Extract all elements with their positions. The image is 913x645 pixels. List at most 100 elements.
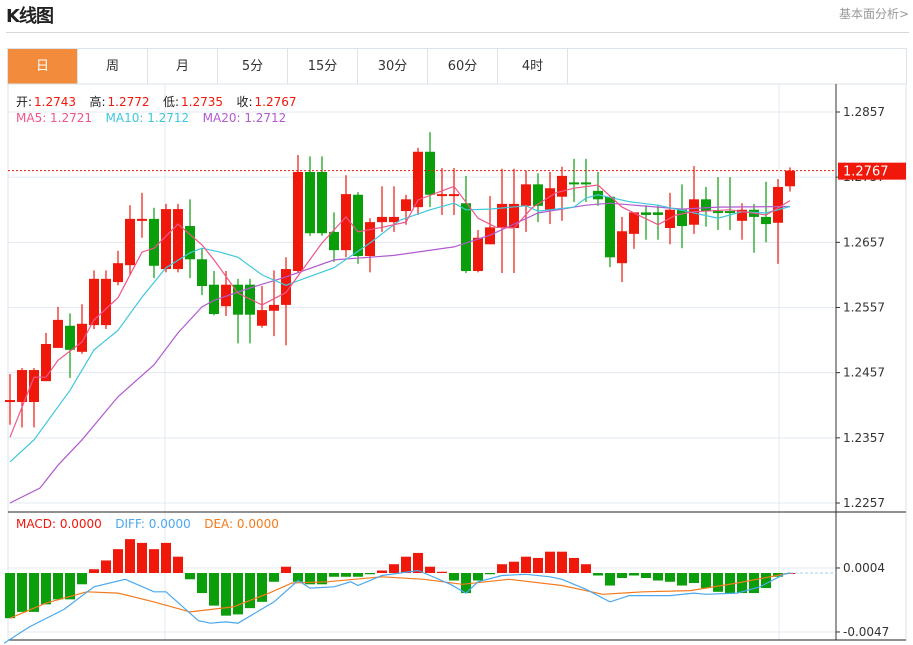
- candle: [749, 203, 759, 253]
- candle: [617, 216, 627, 283]
- candle: [209, 271, 219, 316]
- macd-bar: [329, 573, 339, 577]
- macd-bar: [209, 573, 219, 606]
- macd-bar: [521, 556, 531, 573]
- candle-body: [149, 218, 159, 266]
- candle-body: [713, 211, 723, 214]
- candle-body: [401, 199, 411, 212]
- candle: [53, 306, 63, 348]
- macd-bar: [41, 573, 51, 605]
- macd-bar: [389, 564, 399, 573]
- candle-body: [581, 182, 591, 185]
- macd-bar: [629, 573, 639, 576]
- candle-body: [113, 263, 123, 283]
- macd-bar: [281, 566, 291, 573]
- candle: [605, 196, 615, 268]
- candle-body: [137, 218, 147, 221]
- candle-body: [317, 171, 327, 234]
- macd-bar: [437, 571, 447, 573]
- candle-body: [785, 170, 795, 187]
- candle: [689, 166, 699, 234]
- candle-body: [701, 199, 711, 212]
- candle: [557, 166, 567, 221]
- candle-body: [557, 175, 567, 197]
- candle: [509, 168, 519, 273]
- candle: [281, 257, 291, 346]
- macd-bar: [749, 573, 759, 594]
- macd-bar: [269, 573, 279, 582]
- candle-body: [305, 171, 315, 234]
- macd-bar: [53, 573, 63, 600]
- macd-bar: [113, 549, 123, 573]
- candle: [485, 196, 495, 245]
- macd-bar: [245, 573, 255, 609]
- candle-body: [293, 171, 303, 272]
- candle-body: [569, 182, 579, 185]
- macd-bar: [497, 564, 507, 573]
- macd-bar: [653, 573, 663, 581]
- candle: [113, 250, 123, 286]
- candle: [521, 170, 531, 232]
- candle: [545, 171, 555, 225]
- ma-legend: MA5: 1.2721 MA10: 1.2712 MA20: 1.2712: [16, 111, 288, 125]
- candle-body: [629, 212, 639, 234]
- close-value: 1.2767: [254, 95, 297, 109]
- candle-body: [725, 211, 735, 214]
- macd-bar: [365, 573, 375, 575]
- macd-bar: [557, 551, 567, 573]
- ma10-value: MA10: 1.2712: [105, 111, 190, 125]
- macd-bar: [353, 573, 363, 577]
- candle-body: [677, 209, 687, 227]
- macd-bar: [197, 573, 207, 594]
- candle: [77, 304, 87, 354]
- macd-bar: [185, 573, 195, 580]
- candle: [641, 205, 651, 240]
- candle: [41, 332, 51, 382]
- price-tick-label: 1.2857: [843, 105, 885, 119]
- macd-bar: [89, 569, 99, 573]
- macd-bar: [401, 556, 411, 573]
- macd-bar: [377, 570, 387, 573]
- macd-bar: [473, 573, 483, 581]
- macd-bar: [5, 573, 15, 619]
- macd-bar: [149, 549, 159, 573]
- candle-body: [353, 194, 363, 257]
- macd-bar: [545, 551, 555, 573]
- candle: [149, 207, 159, 279]
- candle-body: [437, 194, 447, 197]
- candle-body: [89, 278, 99, 326]
- candle-body: [257, 310, 267, 326]
- candle: [401, 194, 411, 225]
- candle: [413, 147, 423, 215]
- macd-bar: [161, 542, 171, 573]
- candle: [677, 184, 687, 249]
- diff-value: DIFF: 0.0000: [115, 517, 191, 531]
- candle-body: [41, 343, 51, 382]
- candle: [197, 248, 207, 296]
- candle: [185, 199, 195, 279]
- macd-bar: [341, 573, 351, 577]
- macd-tick-label: 0.0004: [843, 561, 885, 575]
- candle-body: [521, 184, 531, 206]
- candle: [221, 271, 231, 316]
- price-tick-label: 1.2557: [843, 301, 885, 315]
- close-label: 收:: [236, 95, 253, 109]
- candle: [161, 203, 171, 273]
- macd-bar: [101, 560, 111, 573]
- candle: [329, 212, 339, 262]
- price-tick-label: 1.2357: [843, 431, 885, 445]
- candle-body: [449, 194, 459, 197]
- high-value: 1.2772: [107, 95, 150, 109]
- candle: [257, 285, 267, 328]
- macd-bar: [593, 573, 603, 576]
- macd-bar: [233, 573, 243, 615]
- candle-body: [425, 151, 435, 195]
- macd-bar: [17, 573, 27, 612]
- macd-bar: [77, 573, 87, 585]
- macd-tick-label: -0.0047: [843, 625, 889, 639]
- candle-body: [617, 231, 627, 264]
- candle: [317, 156, 327, 236]
- macd-value: MACD: 0.0000: [16, 517, 102, 531]
- candle-body: [101, 278, 111, 326]
- candle: [497, 168, 507, 273]
